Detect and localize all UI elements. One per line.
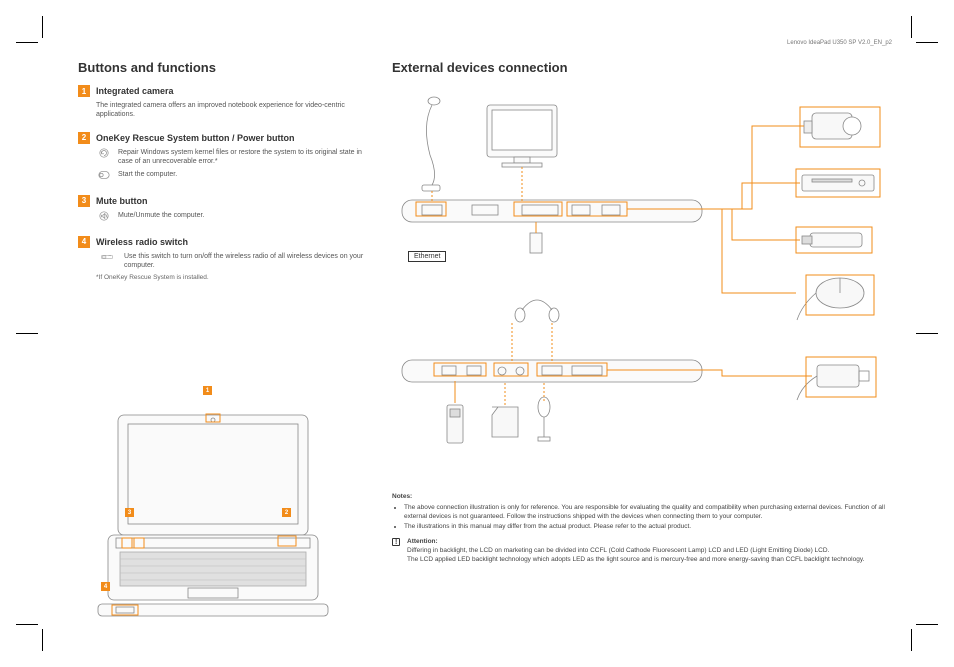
laptop-figure: 1 2 3 4	[78, 390, 368, 625]
mute-icon	[96, 211, 112, 221]
badge-4: 4	[78, 236, 90, 248]
callout-2: 2	[282, 508, 291, 517]
notes-block: Notes: The above connection illustration…	[392, 493, 892, 564]
attention-icon	[392, 538, 400, 546]
badge-3: 3	[78, 195, 90, 207]
item-wireless: 4 Wireless radio switch Use this switch …	[78, 236, 368, 281]
item-mute: 3 Mute button Mute/Unmute the computer.	[78, 195, 368, 224]
callout-3: 3	[125, 508, 134, 517]
desc-wireless: Use this switch to turn on/off the wirel…	[124, 252, 368, 271]
desc-power: Start the computer.	[118, 170, 368, 180]
title-onekey: OneKey Rescue System button / Power butt…	[96, 133, 295, 143]
page: Lenovo IdeaPad U350 SP V2.0_EN_p2 Button…	[0, 0, 954, 667]
attention-heading: Attention:	[407, 538, 438, 545]
heading-buttons: Buttons and functions	[78, 60, 368, 75]
desc-mute: Mute/Unmute the computer.	[118, 211, 368, 221]
note-1: The above connection illustration is onl…	[404, 504, 892, 522]
heading-external: External devices connection	[392, 60, 892, 75]
note-2: The illustrations in this manual may dif…	[404, 523, 892, 532]
footnote: *If OneKey Rescue System is installed.	[78, 274, 368, 281]
attention-2: The LCD applied LED backlight technology…	[407, 556, 892, 565]
desc-camera: The integrated camera offers an improved…	[78, 101, 368, 120]
title-camera: Integrated camera	[96, 86, 174, 96]
item-onekey: 2 OneKey Rescue System button / Power bu…	[78, 132, 368, 183]
content: Buttons and functions 1 Integrated camer…	[78, 60, 892, 625]
item-camera: 1 Integrated camera The integrated camer…	[78, 85, 368, 120]
doc-id: Lenovo IdeaPad U350 SP V2.0_EN_p2	[787, 40, 892, 46]
callout-1: 1	[203, 386, 212, 395]
badge-1: 1	[78, 85, 90, 97]
title-wireless: Wireless radio switch	[96, 237, 188, 247]
column-left: Buttons and functions 1 Integrated camer…	[78, 60, 368, 625]
callout-4: 4	[101, 582, 110, 591]
attention-1: Differing in backlight, the LCD on marke…	[407, 547, 892, 556]
notes-heading: Notes:	[392, 493, 892, 502]
connection-diagram: Ethernet	[392, 85, 892, 485]
column-right: External devices connection	[392, 60, 892, 625]
power-icon	[96, 170, 112, 180]
badge-2: 2	[78, 132, 90, 144]
title-mute: Mute button	[96, 196, 147, 206]
desc-recovery: Repair Windows system kernel files or re…	[118, 148, 368, 167]
ethernet-label: Ethernet	[408, 251, 446, 262]
switch-icon	[96, 252, 118, 271]
recovery-icon	[96, 148, 112, 167]
